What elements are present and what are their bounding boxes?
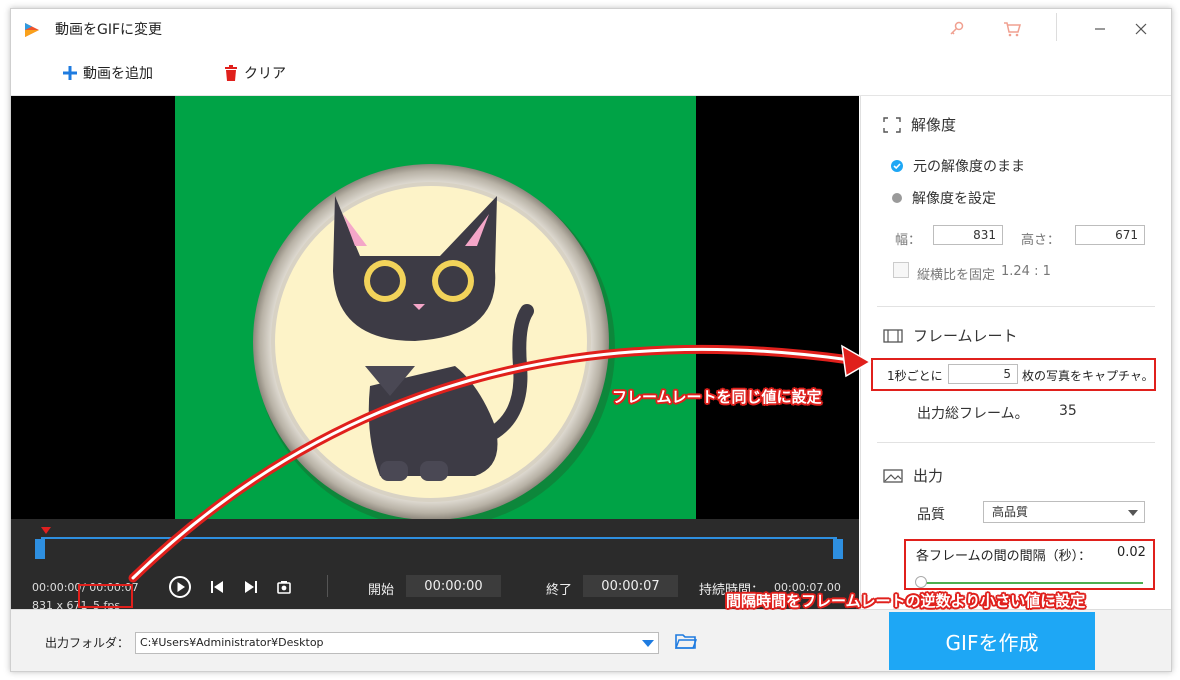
key-icon[interactable] — [947, 19, 967, 39]
skip-back-icon — [211, 581, 223, 593]
resolution-icon — [883, 116, 901, 133]
playhead-marker[interactable] — [41, 527, 51, 534]
cat-thumbnail-image — [253, 164, 615, 519]
output-folder-field[interactable]: C:¥Users¥Administrator¥Desktop — [135, 632, 659, 654]
quality-value: 高品質 — [992, 505, 1029, 519]
clear-label: クリア — [244, 66, 286, 82]
snapshot-button[interactable] — [276, 579, 292, 595]
player-separator — [327, 575, 328, 597]
aspect-lock-checkbox[interactable] — [893, 262, 909, 278]
app-title: 動画をGIFに変更 — [55, 22, 163, 38]
folder-icon — [674, 634, 698, 649]
timeline-track[interactable] — [41, 537, 837, 539]
width-field[interactable]: 831 — [933, 225, 1003, 245]
cart-icon[interactable] — [1002, 19, 1022, 39]
interval-annotation: 間隔時間をフレームレートの逆数より小さい値に設定 — [726, 592, 1086, 610]
toolbar: 動画を追加 クリア — [11, 51, 1171, 96]
play-icon — [169, 576, 191, 598]
end-time-field[interactable]: 00:00:07 — [583, 575, 678, 597]
previous-frame-button[interactable] — [209, 579, 225, 595]
app-window: 動画をGIFに変更 動画を追加 クリア 00:00:00 / 00:00:07 … — [10, 8, 1172, 672]
chevron-down-icon — [1128, 510, 1138, 516]
plus-icon — [63, 66, 77, 80]
video-preview — [11, 96, 859, 519]
aspect-lock-label: 縦横比を固定 — [917, 268, 996, 283]
radio-checked-icon — [891, 160, 903, 172]
image-icon — [883, 468, 903, 483]
add-video-button[interactable]: 動画を追加 — [63, 62, 153, 84]
output-title: 出力 — [913, 467, 944, 485]
minimize-button[interactable] — [1086, 17, 1114, 41]
radio-keep-resolution[interactable]: 元の解像度のまま — [891, 156, 1025, 176]
height-label: 高さ： — [1021, 233, 1061, 248]
resolution-title: 解像度 — [911, 116, 957, 134]
keep-resolution-label: 元の解像度のまま — [913, 159, 1025, 175]
settings-panel: 解像度 元の解像度のまま 解像度を設定 幅： 831 高さ： 671 縦横比を固… — [860, 96, 1171, 609]
chevron-down-icon[interactable] — [642, 640, 654, 647]
output-folder-path: C:¥Users¥Administrator¥Desktop — [140, 636, 324, 649]
film-icon — [883, 328, 903, 343]
interval-highlight-box — [904, 539, 1155, 590]
add-video-label: 動画を追加 — [83, 66, 153, 82]
width-label: 幅： — [895, 233, 922, 248]
height-field[interactable]: 671 — [1075, 225, 1145, 245]
bottom-bar: 出力フォルダ： C:¥Users¥Administrator¥Desktop G… — [11, 609, 1171, 671]
browse-folder-button[interactable] — [674, 632, 699, 652]
skip-forward-icon — [245, 581, 257, 593]
section-divider — [877, 442, 1155, 443]
output-folder-label: 出力フォルダ： — [45, 636, 130, 650]
current-time: 00:00:00 — [32, 581, 82, 594]
quality-label: 品質 — [917, 507, 945, 523]
total-frames-value: 35 — [1059, 403, 1077, 419]
next-frame-button[interactable] — [243, 579, 259, 595]
radio-set-resolution[interactable]: 解像度を設定 — [891, 188, 996, 208]
create-gif-button[interactable]: GIFを作成 — [889, 612, 1095, 670]
framerate-annotation: フレームレートを同じ値に設定 — [612, 388, 822, 406]
framerate-highlight-box — [871, 358, 1156, 391]
quality-dropdown[interactable]: 高品質 — [983, 501, 1145, 523]
trim-start-handle[interactable] — [35, 539, 45, 559]
set-resolution-label: 解像度を設定 — [912, 191, 996, 207]
title-separator — [1056, 13, 1057, 41]
total-frames-label: 出力総フレーム。 — [917, 406, 1029, 422]
start-label: 開始 — [368, 583, 395, 598]
framerate-section-title: フレームレート — [883, 325, 1018, 346]
total-time: / 00:00:07 — [82, 581, 139, 594]
video-frame — [175, 96, 696, 519]
start-time-field[interactable]: 00:00:00 — [406, 575, 501, 597]
output-section-title: 出力 — [883, 465, 943, 486]
app-logo-icon — [25, 23, 39, 37]
end-label: 終了 — [546, 583, 573, 598]
radio-unchecked-icon — [892, 193, 902, 203]
trim-end-handle[interactable] — [833, 539, 843, 559]
resolution-section-title: 解像度 — [883, 114, 956, 135]
clear-button[interactable]: クリア — [224, 62, 286, 84]
trash-icon — [225, 65, 237, 81]
play-button[interactable] — [168, 575, 192, 599]
title-bar: 動画をGIFに変更 — [11, 9, 1171, 51]
camera-icon — [277, 581, 291, 594]
aspect-ratio-value: 1.24 : 1 — [1001, 264, 1051, 279]
close-button[interactable] — [1127, 17, 1155, 41]
section-divider — [877, 306, 1155, 307]
framerate-title: フレームレート — [913, 327, 1018, 345]
